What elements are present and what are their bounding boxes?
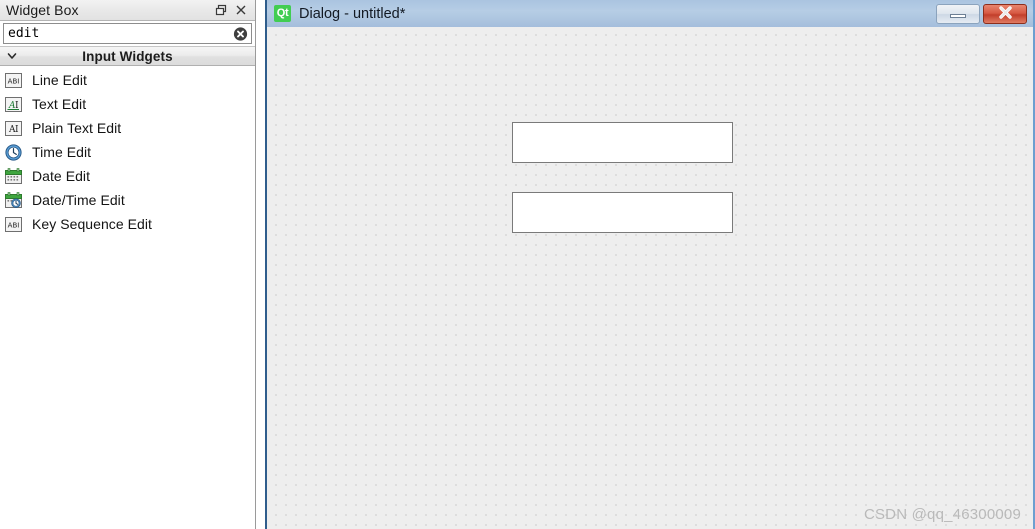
- plain-text-edit-icon: A I: [4, 119, 22, 137]
- window-controls: [936, 3, 1027, 24]
- widget-box-panel: Widget Box edit Input Widgets ABI Line E…: [0, 0, 256, 529]
- search-field[interactable]: [3, 23, 252, 44]
- time-edit-icon: [4, 143, 22, 161]
- clear-circle-icon[interactable]: [233, 26, 248, 41]
- svg-text:ABI: ABI: [7, 221, 19, 229]
- widget-item-label: Line Edit: [32, 72, 87, 88]
- minimize-button[interactable]: [936, 3, 980, 24]
- widget-item-date-edit[interactable]: Date Edit: [0, 164, 255, 188]
- widget-item-key-sequence-edit[interactable]: ABI Key Sequence Edit: [0, 212, 255, 236]
- text-edit-icon: A I: [4, 95, 22, 113]
- qt-logo-icon: Qt: [274, 5, 291, 22]
- dialog-window: Qt Dialog - untitled* CSDN @qq_46300009: [265, 0, 1035, 529]
- group-header-label: Input Widgets: [82, 48, 173, 64]
- widget-item-label: Key Sequence Edit: [32, 216, 152, 232]
- dialog-title: Dialog - untitled*: [299, 5, 406, 22]
- svg-text:I: I: [15, 125, 19, 135]
- search-input[interactable]: [4, 25, 251, 42]
- widget-item-plain-text-edit[interactable]: A I Plain Text Edit: [0, 116, 255, 140]
- close-icon: [997, 5, 1014, 23]
- svg-text:ABI: ABI: [7, 77, 19, 85]
- date-edit-icon: [4, 167, 22, 185]
- widget-item-line-edit[interactable]: ABI Line Edit: [0, 68, 255, 92]
- widget-item-label: Plain Text Edit: [32, 120, 122, 136]
- widget-item-label: Date Edit: [32, 168, 91, 184]
- form-text-edit-2[interactable]: [512, 192, 733, 233]
- group-header-input-widgets[interactable]: Input Widgets: [0, 46, 255, 66]
- watermark: CSDN @qq_46300009: [863, 506, 1021, 523]
- widget-item-label: Time Edit: [32, 144, 92, 160]
- close-icon[interactable]: [231, 1, 251, 19]
- widget-item-time-edit[interactable]: Time Edit: [0, 140, 255, 164]
- widget-list: ABI Line Edit A I Text Edit A I Plain Te…: [0, 66, 255, 529]
- widget-item-date-time-edit[interactable]: Date/Time Edit: [0, 188, 255, 212]
- widget-box-search-row: [0, 21, 255, 46]
- chevron-down-icon[interactable]: [5, 49, 19, 63]
- form-text-edit-1[interactable]: [512, 122, 733, 163]
- float-icon[interactable]: [211, 1, 231, 19]
- line-edit-icon: ABI: [4, 71, 22, 89]
- widget-item-label: Date/Time Edit: [32, 192, 125, 208]
- widget-item-text-edit[interactable]: A I Text Edit: [0, 92, 255, 116]
- close-button[interactable]: [983, 3, 1027, 24]
- key-sequence-edit-icon: ABI: [4, 215, 22, 233]
- widget-box-title: Widget Box: [6, 2, 79, 18]
- dialog-titlebar[interactable]: Qt Dialog - untitled*: [267, 0, 1033, 27]
- minimize-icon: [950, 14, 966, 18]
- date-time-edit-icon: [4, 191, 22, 209]
- widget-item-label: Text Edit: [32, 96, 87, 112]
- widget-box-titlebar: Widget Box: [0, 0, 255, 21]
- form-canvas[interactable]: CSDN @qq_46300009: [267, 27, 1033, 529]
